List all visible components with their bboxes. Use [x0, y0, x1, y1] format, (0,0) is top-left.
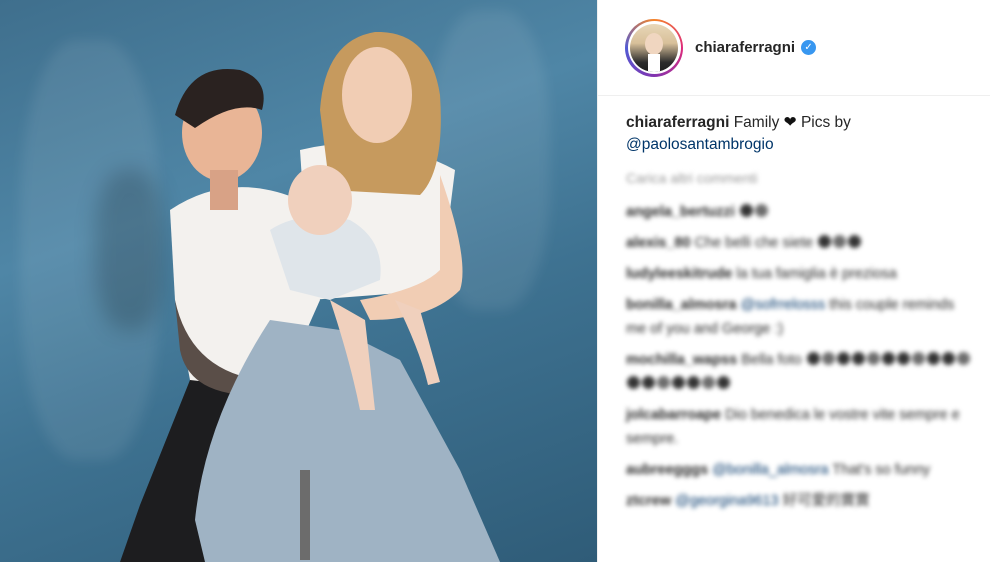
comment-item: mochilla_wapss Bella foto [626, 348, 976, 396]
emoji-icon [739, 204, 753, 217]
emoji-icon [672, 376, 685, 389]
comment-username[interactable]: ludyleeskitrude [626, 266, 732, 282]
comment-text: Che belli che siete [694, 235, 814, 251]
avatar-shirt [648, 53, 660, 72]
post-sidebar: chiaraferragni ✓ chiaraferragni Family ❤… [597, 0, 1000, 562]
post-photo-figures [120, 31, 500, 562]
avatar[interactable] [630, 23, 678, 72]
comment-text: la tua famiglia è preziosa [736, 266, 897, 282]
avatar-frame [627, 21, 681, 74]
comment-item: angela_bertuzzi [626, 200, 976, 224]
emoji-icon [941, 352, 955, 365]
emoji-icon [848, 235, 862, 248]
emoji-icon [702, 376, 715, 389]
emoji-icon [896, 352, 910, 365]
post-photo[interactable] [0, 0, 597, 562]
load-more-comments-button[interactable]: Carica altri commenti [626, 170, 757, 186]
comment-text: That's so funny [832, 462, 931, 478]
emoji-icon [836, 352, 850, 365]
emoji-icon [687, 376, 700, 389]
username-link[interactable]: chiaraferragni [695, 39, 795, 56]
comment-username[interactable]: jolcabarroape [626, 407, 721, 423]
caption-text: Family [733, 114, 780, 131]
emoji-icon [754, 204, 768, 217]
heart-arrow-icon: ❤ [783, 114, 797, 131]
post-header: chiaraferragni ✓ [598, 0, 990, 96]
comment-username[interactable]: aubreegggs [626, 462, 708, 478]
emoji-icon [926, 352, 940, 365]
emoji-icon [866, 352, 880, 365]
emoji-icon [806, 352, 820, 365]
emoji-icon [627, 376, 640, 389]
comment-item: ztcrew @georgina9613 好可愛的寶寶 [626, 489, 976, 513]
instagram-post: chiaraferragni ✓ chiaraferragni Family ❤… [0, 0, 1000, 562]
avatar-face [645, 32, 663, 55]
emoji-icon [642, 376, 655, 389]
comment-username[interactable]: bonilla_almosra [626, 297, 736, 313]
emoji-icon [717, 376, 730, 389]
comment-item: alexis_80 Che belli che siete [626, 231, 976, 255]
emoji-icon [821, 352, 835, 365]
comment-mention-link[interactable]: @bonilla_almosra [712, 462, 828, 478]
comment-username[interactable]: angela_bertuzzi [626, 204, 735, 220]
emoji-icon [833, 235, 847, 248]
comment-username[interactable]: mochilla_wapss [626, 352, 737, 368]
comments-list: angela_bertuzzi alexis_80 Che belli che … [626, 200, 976, 520]
emoji-icon [657, 376, 670, 389]
verified-badge-icon: ✓ [801, 40, 817, 55]
emoji-icon [881, 352, 895, 365]
comment-text: Bella foto [741, 352, 802, 368]
emoji-icon [911, 352, 925, 365]
comment-item: bonilla_almosra @sofrrelosss this couple… [626, 293, 976, 341]
caption-mention-link[interactable]: @paolosantambrogio [626, 136, 774, 153]
comment-username[interactable]: ztcrew [626, 493, 671, 509]
comment-text: 好可愛的寶寶 [782, 493, 870, 509]
caption-username[interactable]: chiaraferragni [626, 114, 729, 131]
comment-mention-link[interactable]: @sofrrelosss [740, 297, 825, 313]
story-ring[interactable] [625, 18, 683, 77]
comment-item: ludyleeskitrude la tua famiglia è prezio… [626, 262, 976, 286]
comment-mention-link[interactable]: @georgina9613 [675, 493, 778, 509]
comment-item: aubreegggs @bonilla_almosra That's so fu… [626, 458, 976, 482]
emoji-icon [956, 352, 970, 365]
caption-text-2: Pics by [800, 114, 851, 131]
post-caption: chiaraferragni Family ❤ Pics by @paolosa… [626, 112, 986, 156]
comment-item: jolcabarroape Dio benedica le vostre vit… [626, 403, 976, 451]
comment-username[interactable]: alexis_80 [626, 235, 691, 251]
emoji-icon [818, 235, 832, 248]
emoji-icon [851, 352, 865, 365]
